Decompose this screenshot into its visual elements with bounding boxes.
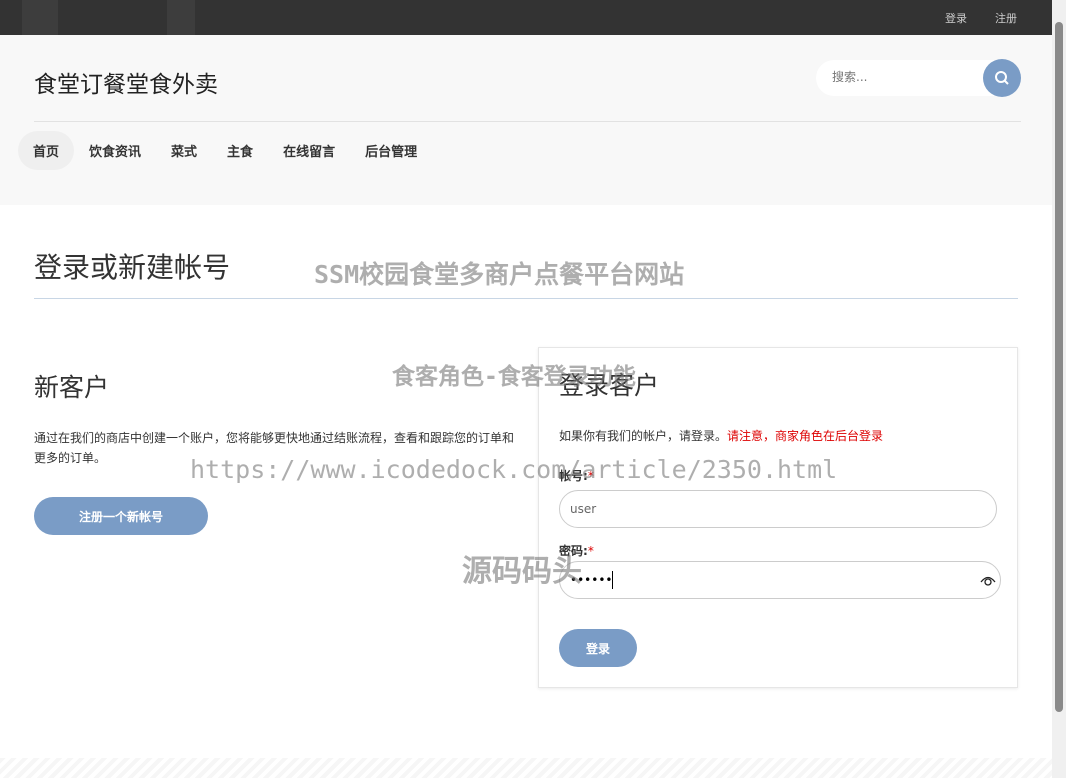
main-nav: 首页 饮食资讯 菜式 主食 在线留言 后台管理: [18, 131, 432, 170]
search-box: [816, 59, 1021, 97]
watermark: 源码码头: [462, 554, 582, 589]
search-icon: [995, 71, 1009, 85]
top-login-link[interactable]: 登录: [945, 10, 967, 26]
login-card: 登录客户 如果你有我们的帐户，请登录。请注意，商家角色在后台登录 帐号:* us…: [538, 347, 1018, 688]
site-header: 食堂订餐堂食外卖 首页 饮食资讯 菜式 主食 在线留言 后台管理: [0, 35, 1052, 205]
login-submit-button[interactable]: 登录: [559, 629, 637, 667]
login-note-text: 如果你有我们的帐户，请登录。: [559, 429, 728, 443]
merchant-warning: 请注意，商家角色在后台登录: [727, 429, 884, 443]
watermark: SSM校园食堂多商户点餐平台网站: [314, 260, 685, 289]
login-note: 如果你有我们的帐户，请登录。请注意，商家角色在后台登录: [559, 427, 883, 444]
topbar-block: [167, 0, 195, 35]
watermark: 食客角色-食客登录功能: [392, 364, 636, 390]
search-input[interactable]: [832, 70, 972, 84]
page-title: 登录或新建帐号: [34, 251, 231, 284]
top-bar: 登录 注册: [0, 0, 1052, 35]
title-divider: [34, 298, 1018, 299]
site-logo[interactable]: 食堂订餐堂食外卖: [34, 65, 218, 99]
nav-staple[interactable]: 主食: [212, 131, 268, 170]
password-input[interactable]: ••••••: [559, 561, 1001, 599]
nav-dishes[interactable]: 菜式: [156, 131, 212, 170]
header-divider: [34, 121, 1021, 122]
nav-home[interactable]: 首页: [18, 131, 75, 170]
topbar-block: [22, 0, 58, 35]
eye-icon[interactable]: [980, 573, 996, 587]
nav-admin[interactable]: 后台管理: [350, 131, 432, 170]
search-button[interactable]: [983, 59, 1021, 97]
scrollbar[interactable]: [1052, 0, 1066, 778]
required-mark: *: [587, 544, 594, 558]
nav-message[interactable]: 在线留言: [268, 131, 350, 170]
footer: [0, 758, 1052, 778]
nav-news[interactable]: 饮食资讯: [74, 131, 156, 170]
new-customer-heading: 新客户: [34, 373, 110, 402]
text-cursor: [612, 571, 614, 589]
register-button[interactable]: 注册一个新帐号: [34, 497, 208, 535]
account-input[interactable]: user: [559, 490, 997, 528]
watermark: https://www.icodedock.com/article/2350.h…: [190, 455, 838, 484]
top-register-link[interactable]: 注册: [995, 10, 1017, 26]
scrollbar-thumb[interactable]: [1055, 22, 1063, 712]
